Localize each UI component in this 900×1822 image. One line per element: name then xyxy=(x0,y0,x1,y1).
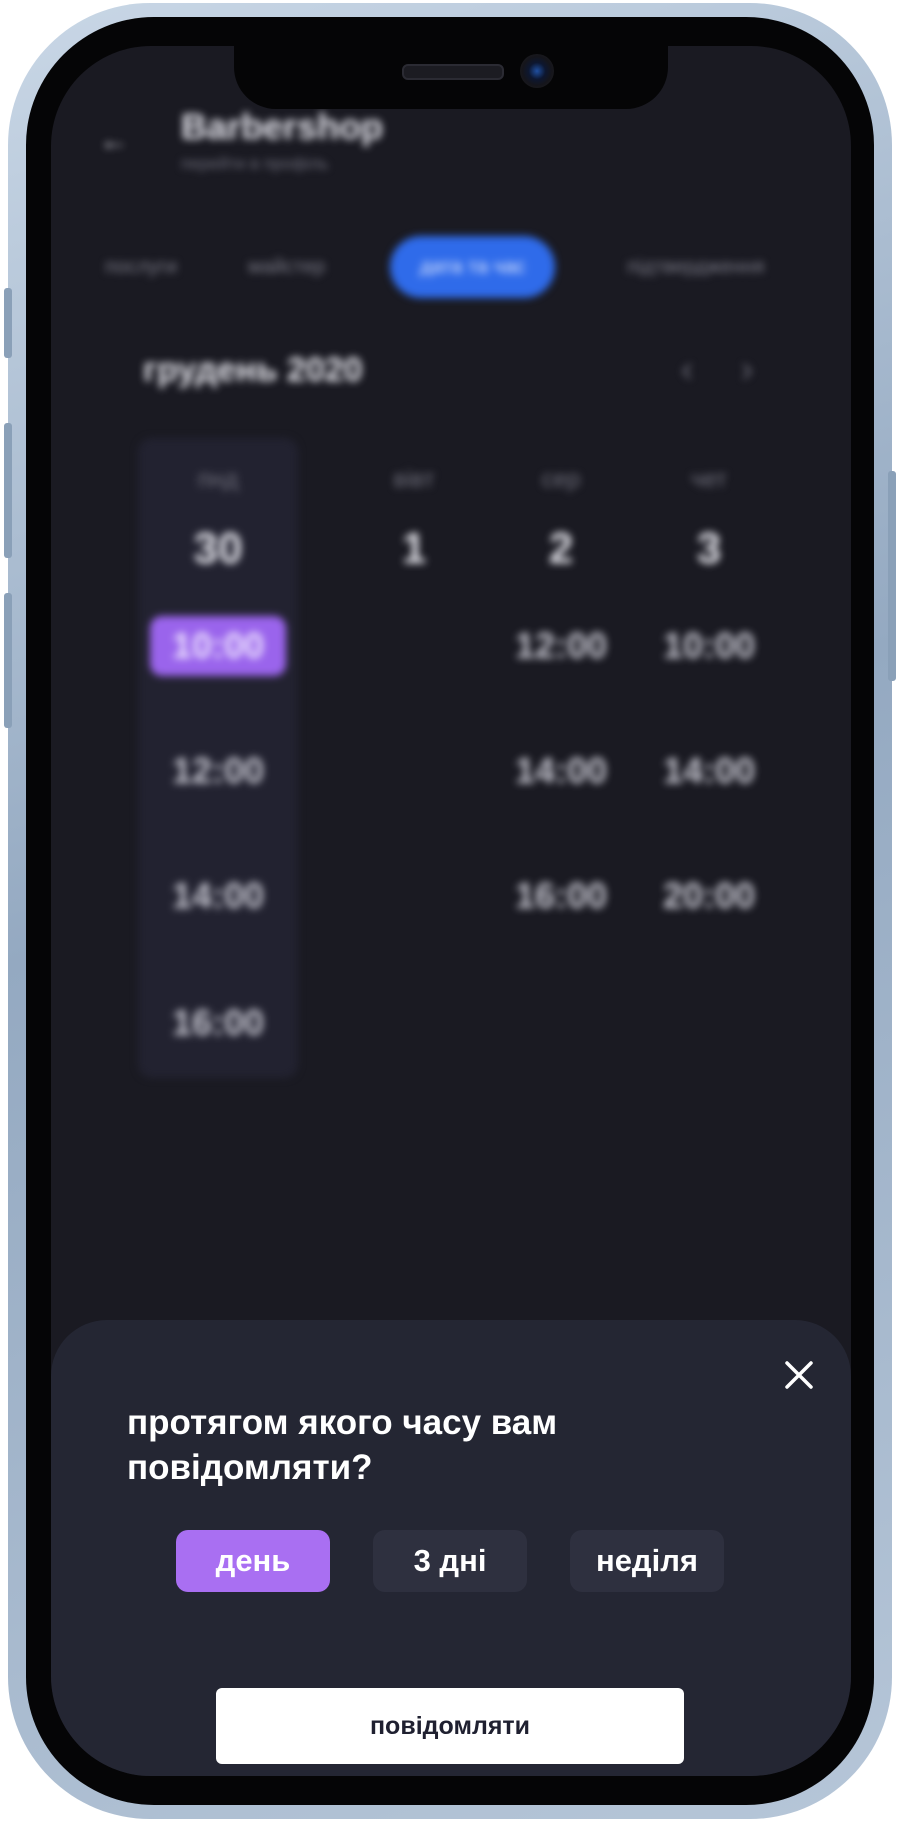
step-confirmation[interactable]: підтвердження xyxy=(627,256,764,279)
day-name: сер xyxy=(541,466,581,493)
close-icon[interactable] xyxy=(779,1355,819,1395)
day-number[interactable]: 2 xyxy=(491,524,631,574)
notification-sheet: протягом якого часу вам повідомляти? ден… xyxy=(51,1320,851,1776)
time-slot[interactable]: 14:00 xyxy=(148,866,288,926)
option-day-button[interactable]: день xyxy=(176,1530,330,1592)
time-slot[interactable]: 10:00 xyxy=(639,616,779,676)
back-arrow-icon[interactable]: ← xyxy=(99,126,129,156)
time-slot[interactable]: 16:00 xyxy=(148,993,288,1053)
day-number[interactable]: 3 xyxy=(639,524,779,574)
month-label: грудень 2020 xyxy=(143,351,363,389)
day-name: вівт xyxy=(393,466,435,493)
option-week-button[interactable]: неділя xyxy=(570,1530,724,1592)
silent-switch xyxy=(4,288,12,358)
speaker-grille xyxy=(402,64,504,80)
day-number[interactable]: 30 xyxy=(148,524,288,574)
booking-steps: послуги майстер дата та час підтвердженн… xyxy=(51,236,851,302)
front-camera xyxy=(520,54,554,88)
step-date-time[interactable]: дата та час xyxy=(390,236,556,298)
step-master[interactable]: майстер xyxy=(248,256,325,279)
day-name: пнд xyxy=(197,466,239,493)
time-slot[interactable]: 20:00 xyxy=(639,866,779,926)
time-slot[interactable]: 12:00 xyxy=(491,616,631,676)
chevron-right-icon[interactable]: › xyxy=(741,348,753,390)
volume-up-button xyxy=(4,423,12,558)
volume-down-button xyxy=(4,593,12,728)
power-button xyxy=(888,471,896,681)
app-title: Barbershop xyxy=(181,106,384,147)
screen: ← Barbershop перейти в профіль послуги м… xyxy=(51,46,851,1776)
time-slot-selected[interactable]: 10:00 xyxy=(150,616,286,676)
time-slot[interactable]: 12:00 xyxy=(148,741,288,801)
chevron-left-icon[interactable]: ‹ xyxy=(681,348,693,390)
option-3-days-button[interactable]: 3 дні xyxy=(373,1530,527,1592)
sheet-question: протягом якого часу вам повідомляти? xyxy=(127,1403,558,1487)
time-slot[interactable]: 14:00 xyxy=(491,741,631,801)
notch xyxy=(234,46,668,109)
time-slot[interactable]: 14:00 xyxy=(639,741,779,801)
time-slot[interactable]: 16:00 xyxy=(491,866,631,926)
day-number[interactable]: 1 xyxy=(344,524,484,574)
close-icon-glyph xyxy=(785,1361,813,1389)
day-name: чет xyxy=(690,466,728,493)
notify-button[interactable]: повідомляти xyxy=(216,1688,684,1764)
profile-link[interactable]: перейти в профіль xyxy=(181,154,328,174)
step-services[interactable]: послуги xyxy=(105,256,177,279)
